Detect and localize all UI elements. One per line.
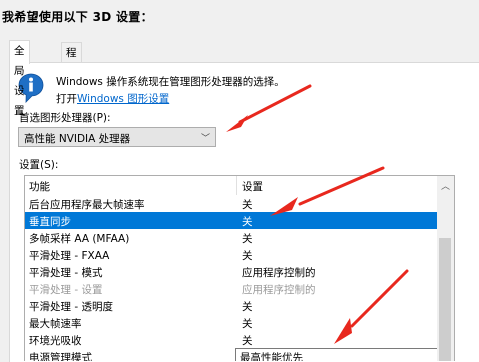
page-heading: 我希望使用以下 3D 设置：: [2, 10, 153, 24]
header-setting: 设置: [242, 181, 263, 193]
chevron-down-icon: ﹀: [200, 134, 210, 144]
table-row[interactable]: 电源管理模式 最高性能优先 ﹀: [25, 348, 453, 361]
row-feature: 平滑处理 - FXAA: [29, 250, 110, 262]
row-feature: 后台应用程序最大帧速率: [29, 199, 145, 211]
info-message: Windows 操作系统现在管理图形处理器的选择。: [56, 76, 285, 88]
vertical-scrollbar[interactable]: ︿: [437, 176, 454, 361]
windows-graphics-settings-link[interactable]: Windows 图形设置: [77, 93, 169, 105]
row-setting: 关: [242, 318, 253, 330]
info-link-line: 打开Windows 图形设置: [56, 91, 169, 106]
info-link-prefix: 打开: [56, 93, 77, 105]
table-row-selected[interactable]: 垂直同步 关: [25, 212, 453, 229]
row-setting: 关: [242, 301, 253, 313]
row-setting: 关: [242, 250, 253, 262]
row-setting: 关: [242, 216, 253, 228]
table-row[interactable]: 多帧采样 AA (MFAA) 关: [25, 229, 453, 246]
table-row-disabled: 平滑处理 - 设置 应用程序控制的: [25, 280, 453, 297]
row-feature: 电源管理模式: [29, 352, 92, 361]
header-feature: 功能: [29, 181, 50, 193]
chevron-up-icon[interactable]: ︿: [441, 179, 450, 192]
table-row[interactable]: 后台应用程序最大帧速率 关: [25, 195, 453, 212]
row-setting: 应用程序控制的: [242, 267, 316, 279]
row-setting: 关: [242, 199, 253, 211]
row-setting: 应用程序控制的: [242, 284, 316, 296]
table-row[interactable]: 最大帧速率 关: [25, 314, 453, 331]
table-header: 功能 设置: [25, 176, 454, 195]
power-mode-dropdown[interactable]: 最高性能优先 ﹀: [235, 348, 453, 361]
tab-global-settings[interactable]: 全局设置: [9, 40, 30, 117]
row-feature: 多帧采样 AA (MFAA): [29, 233, 130, 245]
row-setting: 关: [242, 233, 253, 245]
row-feature: 平滑处理 - 透明度: [29, 301, 113, 313]
preferred-gpu-value: 高性能 NVIDIA 处理器: [24, 133, 131, 145]
tab-program-settings[interactable]: 程序设置: [61, 42, 82, 119]
table-row[interactable]: 平滑处理 - 模式 应用程序控制的: [25, 263, 453, 280]
preferred-gpu-label: 首选图形处理器(P):: [19, 112, 111, 124]
row-feature: 环境光吸收: [29, 335, 82, 347]
settings-table: 功能 设置 后台应用程序最大帧速率 关 垂直同步 关 多帧采样 AA (MFAA…: [24, 175, 455, 361]
row-feature: 平滑处理 - 模式: [29, 267, 103, 279]
header-divider: [236, 176, 237, 195]
scrollbar-thumb[interactable]: [439, 238, 451, 361]
table-row[interactable]: 平滑处理 - 透明度 关: [25, 297, 453, 314]
row-setting: 关: [242, 335, 253, 347]
table-row[interactable]: 环境光吸收 关: [25, 331, 453, 348]
row-setting: 最高性能优先: [240, 352, 303, 361]
row-feature: 垂直同步: [29, 216, 71, 228]
row-feature: 最大帧速率: [29, 318, 82, 330]
table-row[interactable]: 平滑处理 - FXAA 关: [25, 246, 453, 263]
settings-label: 设置(S):: [19, 159, 59, 171]
row-feature: 平滑处理 - 设置: [29, 284, 103, 296]
preferred-gpu-dropdown[interactable]: 高性能 NVIDIA 处理器 ﹀: [18, 127, 216, 147]
